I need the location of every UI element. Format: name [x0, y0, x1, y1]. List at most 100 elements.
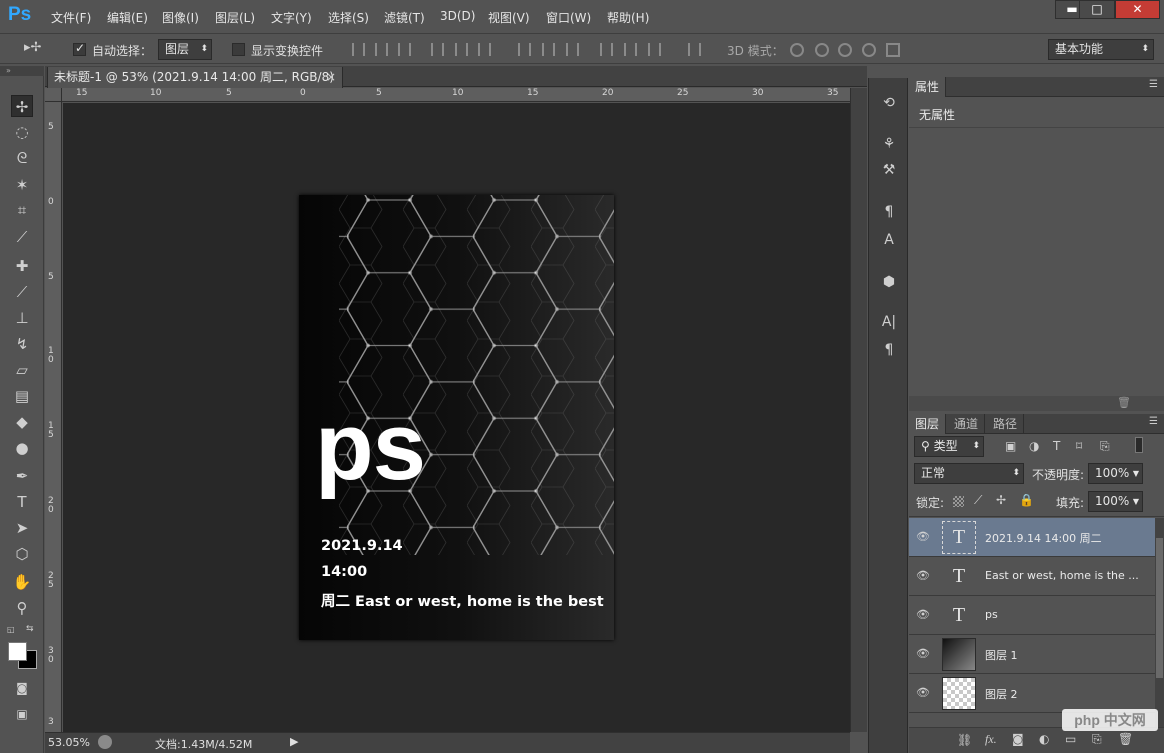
path-selection-tool-icon[interactable]: ➤	[11, 517, 33, 539]
quick-mask-icon[interactable]: ◙	[11, 677, 33, 699]
status-menu-arrow-icon[interactable]: ▶	[290, 735, 298, 748]
distribute-left-icon[interactable]	[600, 43, 613, 56]
menu-layer[interactable]: 图层(L)	[215, 9, 255, 26]
tool-presets-icon[interactable]: ⚒	[879, 160, 899, 180]
slide-3d-icon[interactable]	[862, 43, 876, 57]
blend-mode-dropdown[interactable]: 正常 ⬍	[914, 463, 1024, 484]
ruler-origin[interactable]	[45, 88, 62, 102]
align-right-icon[interactable]	[478, 43, 491, 56]
menu-view[interactable]: 视图(V)	[488, 9, 530, 26]
auto-select-checkbox[interactable]: ✓	[73, 41, 86, 56]
screen-mode-icon[interactable]: ▣	[11, 703, 33, 725]
pen-tool-icon[interactable]: ✒	[11, 465, 33, 487]
new-adjustment-icon[interactable]: ◐	[1039, 732, 1049, 746]
eye-icon[interactable]: 👁	[916, 686, 930, 700]
tab-channels[interactable]: 通道	[948, 414, 986, 434]
rotate-3d-icon[interactable]	[790, 43, 804, 57]
type-tool-icon[interactable]: T	[11, 491, 33, 513]
eye-icon[interactable]: 👁	[916, 608, 930, 622]
default-colors-icon[interactable]: ◱	[7, 625, 19, 635]
blur-tool-icon[interactable]: ◆	[11, 411, 33, 433]
align-hcenter-icon[interactable]	[455, 43, 468, 56]
zoom-level[interactable]: 53.05%	[48, 736, 90, 749]
opacity-input[interactable]: 100% ▼	[1088, 463, 1143, 484]
filter-toggle[interactable]	[1135, 437, 1143, 453]
align-vcenter-icon[interactable]	[375, 43, 388, 56]
filter-type-icon[interactable]: T	[1053, 439, 1060, 453]
magic-wand-tool-icon[interactable]: ✶	[11, 174, 33, 196]
menu-window[interactable]: 窗口(W)	[546, 9, 591, 26]
distribute-right-icon[interactable]	[648, 43, 661, 56]
canvas-vertical-scrollbar[interactable]	[850, 88, 867, 732]
layer-row-datetime[interactable]: 👁 T 2021.9.14 14:00 周二	[909, 518, 1155, 557]
filter-shape-icon[interactable]: ⌑	[1076, 439, 1082, 453]
tab-paths[interactable]: 路径	[987, 414, 1025, 434]
marquee-tool-icon[interactable]: ◌	[11, 121, 33, 143]
lock-image-icon[interactable]: ⟋	[974, 493, 982, 508]
auto-align-icon[interactable]	[688, 43, 701, 56]
history-panel-icon[interactable]: ⟲	[879, 93, 899, 113]
add-mask-icon[interactable]: ◙	[1012, 732, 1024, 746]
eyedropper-tool-icon[interactable]: ⟋	[11, 226, 33, 248]
3d-panel-icon[interactable]: ⬢	[879, 272, 899, 292]
document-tab[interactable]: 未标题-1 @ 53% (2021.9.14 14:00 周二, RGB/8) …	[47, 67, 343, 104]
eye-icon[interactable]: 👁	[916, 647, 930, 661]
hand-tool-icon[interactable]: ✋	[11, 571, 33, 593]
fill-input[interactable]: 100% ▼	[1088, 491, 1143, 512]
layer-row-ps[interactable]: 👁 T ps	[909, 596, 1155, 635]
layers-scrollbar[interactable]	[1155, 518, 1164, 727]
lasso-tool-icon[interactable]: ᘓ	[11, 147, 33, 169]
clone-stamp-tool-icon[interactable]: ⊥	[11, 307, 33, 329]
eye-icon[interactable]: 👁	[916, 530, 930, 544]
dodge-tool-icon[interactable]: ●	[11, 437, 33, 459]
layer-filter-dropdown[interactable]: ⚲ 类型 ⬍	[914, 436, 984, 457]
menu-edit[interactable]: 编辑(E)	[107, 9, 148, 26]
align-left-icon[interactable]	[431, 43, 444, 56]
menu-3d[interactable]: 3D(D)	[440, 9, 475, 23]
zoom-tool-icon[interactable]: ⚲	[11, 597, 33, 619]
foreground-color-swatch[interactable]	[8, 642, 27, 661]
filter-smart-object-icon[interactable]: ⎘	[1100, 439, 1110, 454]
maximize-button[interactable]: □	[1079, 0, 1115, 19]
new-layer-icon[interactable]: ⎘	[1092, 732, 1102, 747]
gradient-tool-icon[interactable]: ▤	[11, 385, 33, 407]
align-bottom-icon[interactable]	[398, 43, 411, 56]
workspace-dropdown[interactable]: 基本功能 ⬍	[1048, 39, 1154, 60]
brush-presets-icon[interactable]: ⚘	[879, 134, 899, 154]
roll-3d-icon[interactable]	[815, 43, 829, 57]
layer-row-layer2[interactable]: 👁 图层 2	[909, 674, 1155, 713]
lock-position-icon[interactable]: ✢	[996, 493, 1006, 507]
move-tool-icon[interactable]: ✢	[11, 95, 33, 117]
swap-colors-icon[interactable]: ⇆	[26, 624, 38, 634]
layer-row-slogan[interactable]: 👁 T East or west, home is the ...	[909, 557, 1155, 596]
delete-layer-icon[interactable]: 🗑	[1118, 732, 1133, 746]
filter-pixel-icon[interactable]: ▣	[1005, 439, 1016, 453]
distribute-hcenter-icon[interactable]	[624, 43, 637, 56]
character-panel-icon[interactable]: A|	[879, 312, 899, 332]
menu-filter[interactable]: 滤镜(T)	[384, 9, 425, 26]
healing-brush-tool-icon[interactable]: ✚	[11, 255, 33, 277]
brush-tool-icon[interactable]: ⟋	[11, 281, 33, 303]
status-info-icon[interactable]	[98, 735, 112, 749]
lock-transparent-icon[interactable]	[953, 496, 964, 507]
fx-icon[interactable]: fx.	[985, 732, 997, 747]
history-brush-tool-icon[interactable]: ↯	[11, 333, 33, 355]
menu-select[interactable]: 选择(S)	[328, 9, 369, 26]
eye-icon[interactable]: 👁	[916, 569, 930, 583]
menu-type[interactable]: 文字(Y)	[271, 9, 312, 26]
paragraph-styles-icon[interactable]: A	[879, 230, 899, 250]
paragraph-panel-icon[interactable]: ¶	[879, 340, 899, 360]
scale-3d-icon[interactable]	[886, 43, 900, 57]
menu-image[interactable]: 图像(I)	[162, 9, 199, 26]
character-styles-icon[interactable]: ¶	[879, 202, 899, 222]
move-tool-preset-icon[interactable]: ▸✢	[24, 40, 46, 58]
tab-properties[interactable]: 属性	[909, 77, 947, 97]
layers-scrollbar-thumb[interactable]	[1156, 538, 1163, 678]
distribute-bottom-icon[interactable]	[566, 43, 579, 56]
align-top-icon[interactable]	[352, 43, 365, 56]
eraser-tool-icon[interactable]: ▱	[11, 359, 33, 381]
distribute-top-icon[interactable]	[518, 43, 531, 56]
menu-file[interactable]: 文件(F)	[51, 9, 91, 26]
menu-help[interactable]: 帮助(H)	[607, 9, 649, 26]
drag-3d-icon[interactable]	[838, 43, 852, 57]
